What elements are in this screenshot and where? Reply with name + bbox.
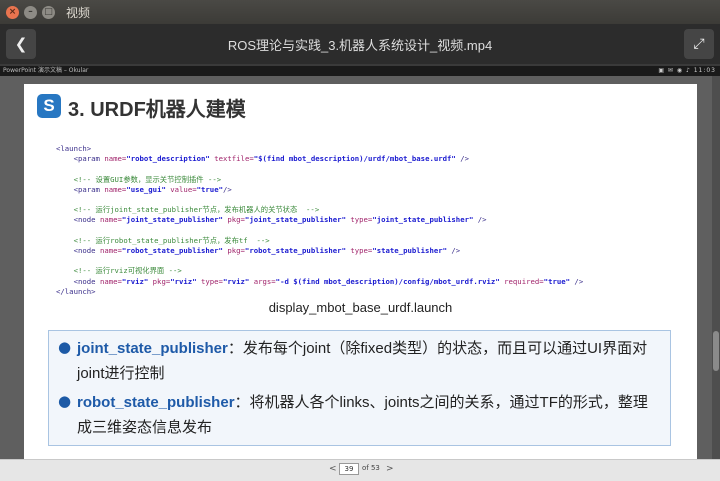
tray-clock: 11:03 — [693, 67, 716, 74]
code-line: </launch> — [56, 286, 96, 296]
code-line: <param name="robot_description" textfile… — [73, 154, 470, 164]
slide-logo-icon: S — [37, 94, 61, 118]
launch-file-caption: display_mbot_base_urdf.launch — [268, 300, 453, 315]
window-titlebar: × – □ 视频 — [0, 0, 720, 24]
bullet-text-cont: 成三维姿态信息发布 — [77, 419, 213, 436]
bullet-text: ：将机器人各个links、joints之间的关系，通过TF的形式，整理 — [234, 394, 648, 411]
bullet-item: robot_state_publisher：将机器人各个links、joints… — [77, 390, 662, 440]
launch-code-block: <launch> <param name="robot_description"… — [56, 144, 583, 297]
code-line: <param name="use_gui" value="true"/> — [73, 184, 232, 194]
close-window-button[interactable]: × — [6, 5, 19, 19]
bullet-item: joint_state_publisher：发布每个joint（除fixed类型… — [77, 336, 662, 386]
code-comment: <!-- 运行rviz可视化界面 --> — [73, 266, 182, 276]
code-line: <launch> — [56, 144, 92, 153]
explanation-box: ● joint_state_publisher：发布每个joint（除fixed… — [48, 330, 671, 446]
page-number-input[interactable]: 39 — [339, 463, 359, 475]
video-title: ROS理论与实践_3.机器人系统设计_视频.mp4 — [227, 38, 493, 53]
vertical-scrollbar[interactable] — [712, 76, 720, 472]
bullet-text: ：发布每个joint（除fixed类型）的状态，而且可以通过UI界面对 — [227, 340, 648, 357]
minimize-window-button[interactable]: – — [24, 5, 37, 19]
maximize-window-button[interactable]: □ — [42, 5, 55, 19]
slide-title: 3. URDF机器人建模 — [68, 99, 246, 121]
code-line: <node name="robot_state_publisher" pkg="… — [73, 246, 461, 256]
page-navigation-bar: < 39 of 53 > — [0, 459, 720, 481]
system-tray: ▣ ✉ ◉ ♪ 11:03 — [658, 66, 716, 76]
slide-page: S 3. URDF机器人建模 <launch> <param name="rob… — [24, 84, 697, 464]
screen: × – □ 视频 ❮ ROS理论与实践_3.机器人系统设计_视频.mp4 ⤢ P… — [0, 0, 720, 481]
code-line: <node name="joint_state_publisher" pkg="… — [73, 215, 487, 225]
code-comment: <!-- 运行joint_state_publisher节点，发布机器人的关节状… — [73, 205, 320, 215]
bullet-keyword: robot_state_publisher — [77, 394, 235, 411]
fullscreen-icon: ⤢ — [693, 36, 705, 52]
code-comment: <!-- 设置GUI参数，显示关节控制插件 --> — [73, 174, 222, 184]
bullet-dot-icon: ● — [58, 392, 72, 410]
page-count: of 53 — [362, 464, 380, 472]
next-page-icon[interactable]: > — [386, 464, 394, 474]
video-player-header: ❮ ROS理论与实践_3.机器人系统设计_视频.mp4 ⤢ — [0, 24, 720, 64]
tray-icons: ▣ ✉ ◉ ♪ — [658, 67, 694, 74]
bullet-text-cont: joint进行控制 — [77, 365, 165, 382]
bullet-keyword: joint_state_publisher — [77, 340, 228, 357]
fullscreen-button[interactable]: ⤢ — [684, 29, 714, 59]
bullet-dot-icon: ● — [58, 338, 72, 356]
code-line: <node name="rviz" pkg="rviz" type="rviz"… — [73, 276, 584, 286]
window-title: 视频 — [66, 5, 91, 20]
code-comment: <!-- 运行robot_state_publisher节点，发布tf --> — [73, 235, 270, 245]
okular-viewer: S 3. URDF机器人建模 <launch> <param name="rob… — [0, 76, 720, 472]
prev-page-icon[interactable]: < — [329, 464, 337, 474]
okular-top-panel: PowerPoint 演示文稿 – Okular ▣ ✉ ◉ ♪ 11:03 — [0, 66, 720, 76]
scrollbar-thumb[interactable] — [713, 331, 719, 371]
okular-window-label: PowerPoint 演示文稿 – Okular — [3, 67, 89, 74]
